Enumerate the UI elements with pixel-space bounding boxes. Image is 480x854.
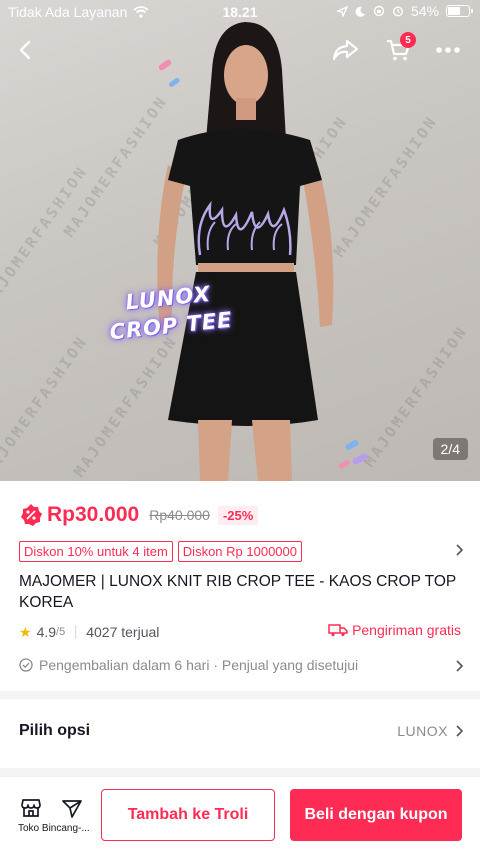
buy-with-coupon-button[interactable]: Beli dengan kupon — [290, 789, 462, 841]
send-message-icon[interactable] — [61, 797, 83, 819]
chevron-right-icon — [456, 725, 464, 737]
return-policy-row[interactable]: Pengembalian dalam 6 hari · Penjual yang… — [19, 655, 464, 675]
rotation-lock-icon — [373, 5, 385, 17]
status-bar: Tidak Ada Layanan 18.21 54% — [0, 0, 480, 24]
bottom-action-bar: Toko Bincang-... Tambah ke Troli Beli de… — [0, 776, 480, 854]
chevron-right-icon — [456, 544, 464, 556]
options-label: Pilih opsi — [19, 722, 91, 739]
check-circle-icon — [19, 658, 33, 672]
options-selected-value: LUNOX — [397, 723, 448, 739]
rating-max: /5 — [56, 626, 66, 638]
section-divider — [0, 691, 480, 699]
back-button[interactable] — [10, 34, 42, 66]
free-shipping-link[interactable]: Pengiriman gratis — [328, 622, 461, 638]
cart-count-badge: 5 — [400, 32, 416, 48]
product-meta-row: ★ 4.9 /5 4027 terjual Pengiriman gratis — [19, 622, 461, 642]
battery-percent: 54% — [410, 3, 439, 19]
original-price: Rp40.000 — [149, 507, 210, 523]
section-divider — [0, 768, 480, 776]
share-icon — [332, 39, 359, 61]
product-title: MAJOMER | LUNOX KNIT RIB CROP TEE - KAOS… — [19, 573, 456, 611]
battery-level — [448, 7, 460, 15]
separator — [75, 625, 77, 639]
sold-count: 4027 terjual — [86, 624, 160, 640]
select-options-row[interactable]: Pilih opsi LUNOX — [19, 720, 464, 742]
return-policy-text: Pengembalian dalam 6 hari · Penjual yang… — [39, 657, 359, 673]
coupon-row[interactable]: Diskon 10% untuk 4 item Diskon Rp 100000… — [19, 540, 464, 562]
moon-icon — [355, 6, 365, 17]
cart-button[interactable]: 5 — [382, 32, 416, 66]
battery-icon — [446, 5, 473, 17]
more-button[interactable] — [432, 34, 464, 66]
truck-icon — [328, 624, 348, 637]
star-icon: ★ — [19, 623, 32, 640]
model-photo — [157, 22, 368, 481]
share-button[interactable] — [329, 34, 361, 66]
product-image[interactable]: MAJOMERFASHION MAJOMERFASHION MAJOMERFAS… — [0, 0, 480, 481]
discount-tag-icon — [21, 504, 42, 526]
image-counter: 2/4 — [432, 438, 468, 460]
shop-label[interactable]: Toko Bincang-... — [18, 823, 102, 834]
alarm-icon — [392, 6, 403, 17]
price-row: Rp30.000 Rp40.000 -25% — [19, 500, 259, 530]
coupon-chip[interactable]: Diskon 10% untuk 4 item — [19, 540, 173, 562]
coupon-chip[interactable]: Diskon Rp 1000000 — [177, 540, 302, 562]
more-icon — [436, 47, 460, 53]
chevron-right-icon — [456, 660, 464, 672]
discount-badge: -25% — [217, 505, 259, 525]
chevron-left-icon — [19, 40, 31, 60]
shipping-label: Pengiriman gratis — [352, 622, 461, 638]
rating-value: 4.9 — [36, 624, 57, 640]
location-icon — [336, 5, 348, 17]
current-price: Rp30.000 — [47, 503, 140, 526]
add-to-cart-button[interactable]: Tambah ke Troli — [101, 789, 275, 841]
shop-icon[interactable] — [20, 797, 42, 819]
